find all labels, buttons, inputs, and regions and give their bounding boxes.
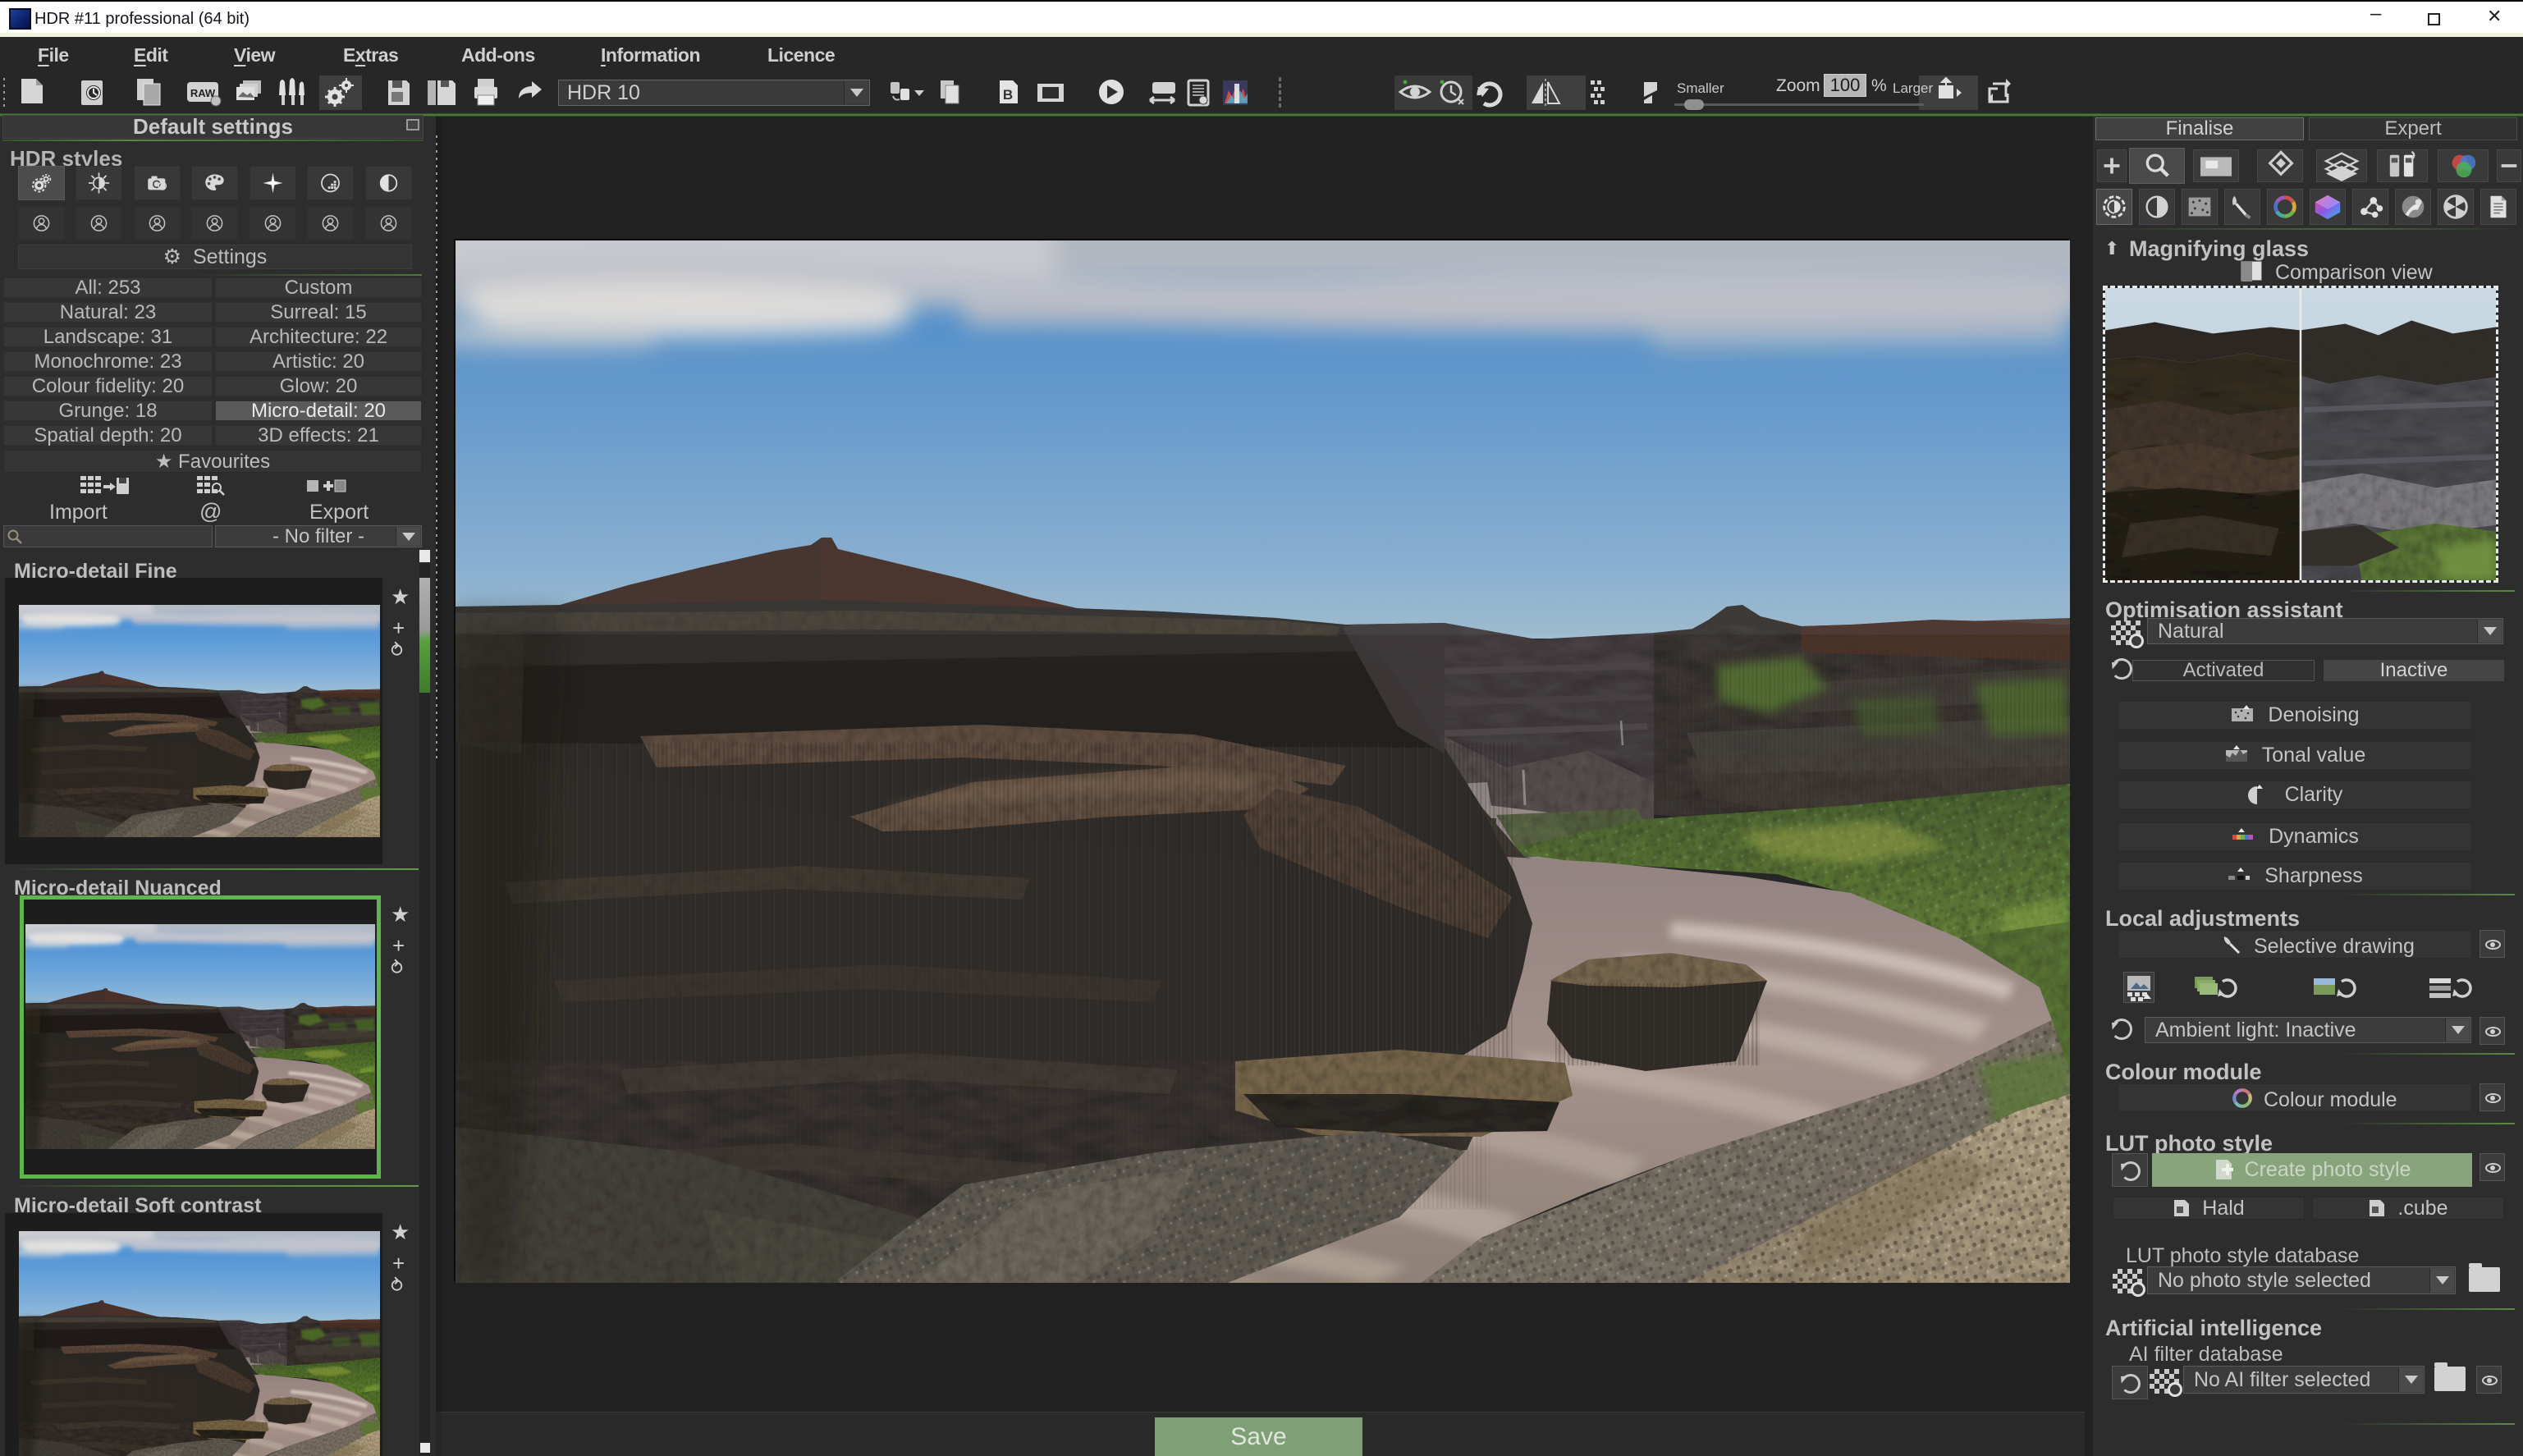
svg-text:B: B [1003, 87, 1013, 103]
